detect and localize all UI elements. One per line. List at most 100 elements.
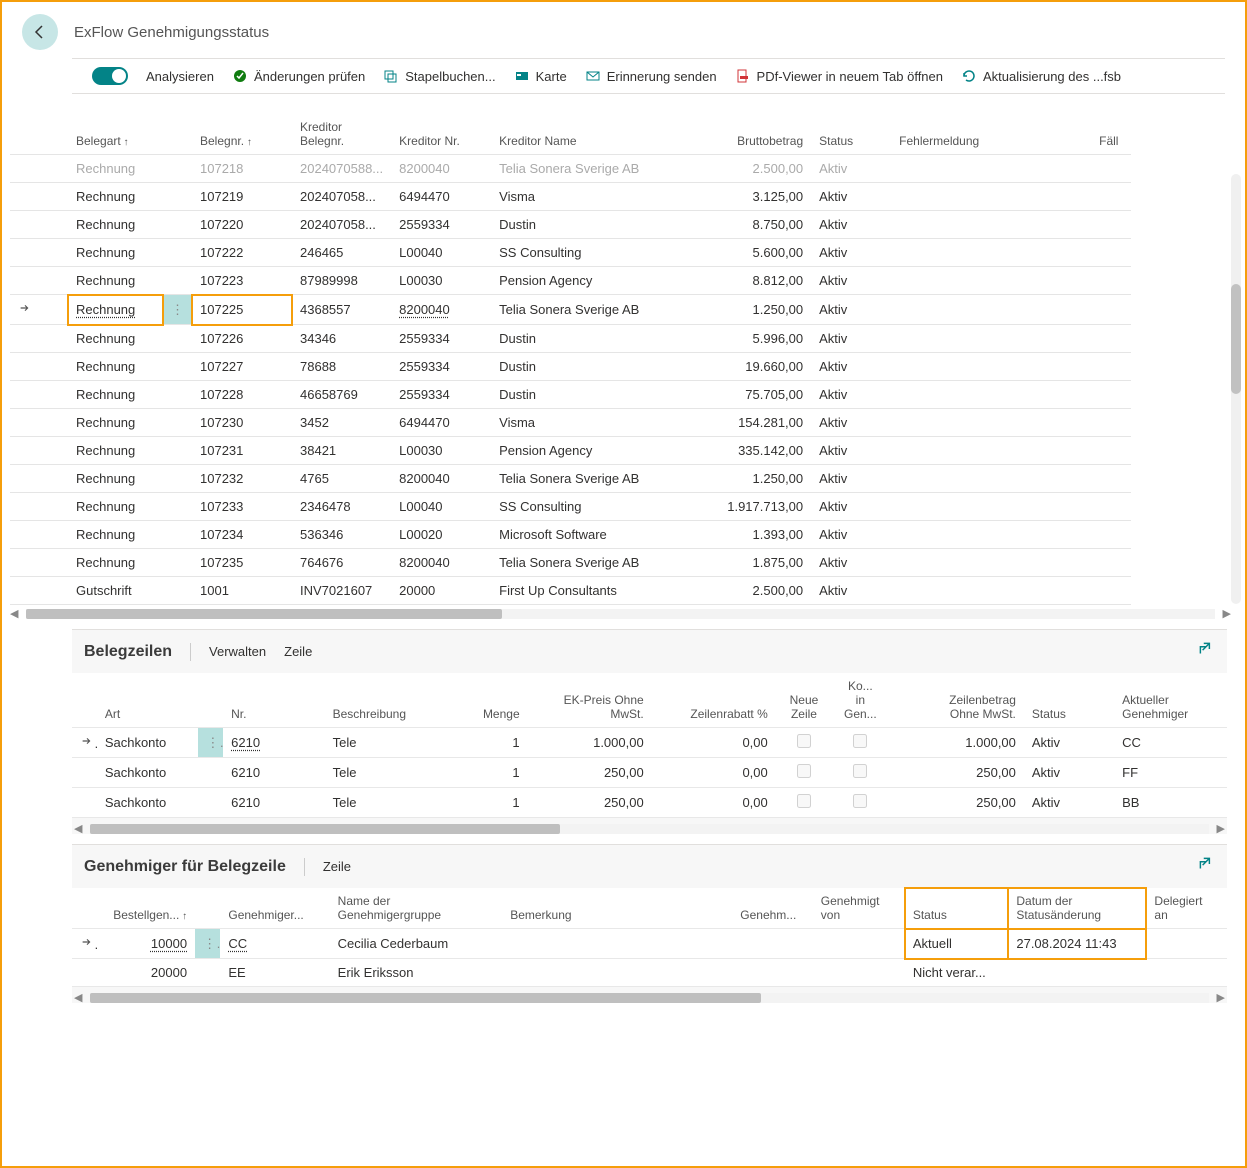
cell-fehler[interactable]	[891, 211, 1091, 239]
cell-belegnr[interactable]: 107230	[192, 409, 292, 437]
cell-status[interactable]: Aktiv	[1024, 758, 1114, 788]
table-row[interactable]: Sachkonto6210Tele1250,000,00250,00AktivB…	[72, 788, 1227, 818]
cell-kreditor-name[interactable]: SS Consulting	[491, 493, 701, 521]
approver-zeile-action[interactable]: Zeile	[323, 859, 351, 874]
cell-belegnr[interactable]: 107222	[192, 239, 292, 267]
scroll-left-icon[interactable]: ◀	[10, 607, 18, 620]
check-changes-button[interactable]: Änderungen prüfen	[232, 68, 365, 84]
row-menu-icon[interactable]: ⋮	[195, 929, 220, 959]
table-row[interactable]: Rechnung1072357646768200040Telia Sonera …	[10, 549, 1131, 577]
cell-status[interactable]: Aktiv	[811, 577, 891, 605]
cell-kreditor-belegnr[interactable]: INV7021607	[292, 577, 391, 605]
cell-kreditor-name[interactable]: Dustin	[491, 211, 701, 239]
col-bestell[interactable]: Bestellgen...	[97, 888, 195, 929]
cell-kreditor-name[interactable]: Telia Sonera Sverige AB	[491, 155, 701, 183]
cell-faell[interactable]	[1091, 325, 1131, 353]
card-button[interactable]: Karte	[514, 68, 567, 84]
cell-belegnr[interactable]: 107233	[192, 493, 292, 521]
cell-genehmiger[interactable]: FF	[1114, 758, 1227, 788]
cell-genehmiger[interactable]: BB	[1114, 788, 1227, 818]
table-row[interactable]: 20000EEErik ErikssonNicht verar...	[72, 959, 1227, 987]
cell-brutto[interactable]: 1.917.713,00	[701, 493, 811, 521]
cell-gvon[interactable]	[813, 959, 905, 987]
verwalten-action[interactable]: Verwalten	[209, 644, 266, 659]
cell-fehler[interactable]	[891, 267, 1091, 295]
col-status[interactable]: Status	[811, 114, 891, 155]
cell-kreditor-nr[interactable]: 2559334	[391, 381, 491, 409]
cell-nr[interactable]: 6210	[223, 728, 325, 758]
cell-faell[interactable]	[1091, 267, 1131, 295]
cell-fehler[interactable]	[891, 239, 1091, 267]
col-beschreibung[interactable]: Beschreibung	[325, 673, 460, 728]
cell-delegiert[interactable]	[1146, 929, 1227, 959]
cell-belegart[interactable]: Rechnung	[68, 239, 163, 267]
cell-status[interactable]: Aktiv	[811, 211, 891, 239]
cell-zeilenbetrag[interactable]: 250,00	[889, 758, 1024, 788]
cell-kreditor-name[interactable]: Dustin	[491, 381, 701, 409]
col-aktueller-genehmiger[interactable]: AktuellerGenehmiger	[1114, 673, 1227, 728]
cell-fehler[interactable]	[891, 381, 1091, 409]
cell-kreditor-nr[interactable]: 20000	[391, 577, 491, 605]
cell-belegnr[interactable]: 107228	[192, 381, 292, 409]
cell-genehmiger[interactable]: CC	[220, 929, 329, 959]
table-row[interactable]: 10000⋮CCCecilia CederbaumAktuell27.08.20…	[72, 929, 1227, 959]
table-row[interactable]: Rechnung107227786882559334Dustin19.660,0…	[10, 353, 1131, 381]
cell-nr[interactable]: 6210	[223, 788, 325, 818]
table-row[interactable]: Sachkonto6210Tele1250,000,00250,00AktivF…	[72, 758, 1227, 788]
cell-kreditor-nr[interactable]: L00040	[391, 239, 491, 267]
cell-menge[interactable]: 1	[460, 788, 528, 818]
cell-brutto[interactable]: 1.393,00	[701, 521, 811, 549]
cell-belegnr[interactable]: 107227	[192, 353, 292, 381]
cell-brutto[interactable]: 3.125,00	[701, 183, 811, 211]
cell-kreditor-name[interactable]: Telia Sonera Sverige AB	[491, 465, 701, 493]
cell-kreditor-nr[interactable]: 8200040	[391, 465, 491, 493]
table-row[interactable]: Rechnung107228466587692559334Dustin75.70…	[10, 381, 1131, 409]
cell-status[interactable]: Aktiv	[811, 155, 891, 183]
pdf-viewer-button[interactable]: PDf-Viewer in neuem Tab öffnen	[735, 68, 943, 84]
table-row[interactable]: Rechnung10722387989998L00030Pension Agen…	[10, 267, 1131, 295]
cell-bestell[interactable]: 20000	[97, 959, 195, 987]
cell-faell[interactable]	[1091, 409, 1131, 437]
cell-kreditor-belegnr[interactable]: 78688	[292, 353, 391, 381]
row-menu-icon[interactable]	[163, 183, 192, 211]
cell-status[interactable]: Aktiv	[811, 295, 891, 325]
cell-genehmiger[interactable]: EE	[220, 959, 329, 987]
cell-fehler[interactable]	[891, 295, 1091, 325]
cell-status[interactable]: Aktiv	[811, 325, 891, 353]
row-menu-icon[interactable]	[163, 155, 192, 183]
cell-kreditor-nr[interactable]: 2559334	[391, 325, 491, 353]
row-menu-icon[interactable]: ⋮	[198, 728, 223, 758]
cell-gname[interactable]: Cecilia Cederbaum	[330, 929, 503, 959]
cell-belegart[interactable]: Rechnung	[68, 381, 163, 409]
row-menu-icon[interactable]	[163, 437, 192, 465]
col-kreditor-name[interactable]: Kreditor Name	[491, 114, 701, 155]
table-row[interactable]: Gutschrift1001INV702160720000First Up Co…	[10, 577, 1131, 605]
cell-kreditor-nr[interactable]: L00020	[391, 521, 491, 549]
cell-status[interactable]: Aktiv	[811, 493, 891, 521]
cell-belegart[interactable]: Rechnung	[68, 521, 163, 549]
table-row[interactable]: Rechnung10723138421L00030Pension Agency3…	[10, 437, 1131, 465]
col-gvon[interactable]: Genehmigtvon	[813, 888, 905, 929]
analyse-toggle[interactable]	[92, 67, 128, 85]
col-delegiert[interactable]: Delegiertan	[1146, 888, 1227, 929]
cell-kreditor-name[interactable]: Telia Sonera Sverige AB	[491, 295, 701, 325]
cell-fehler[interactable]	[891, 325, 1091, 353]
cell-approver-status[interactable]: Nicht verar...	[905, 959, 1009, 987]
cell-belegnr[interactable]: 107226	[192, 325, 292, 353]
cell-belegnr[interactable]: 107225	[192, 295, 292, 325]
cell-fehler[interactable]	[891, 493, 1091, 521]
cell-gvon[interactable]	[813, 929, 905, 959]
cell-faell[interactable]	[1091, 183, 1131, 211]
cell-brutto[interactable]: 5.996,00	[701, 325, 811, 353]
cell-faell[interactable]	[1091, 577, 1131, 605]
cell-faell[interactable]	[1091, 155, 1131, 183]
cell-status[interactable]: Aktiv	[811, 521, 891, 549]
cell-status[interactable]: Aktiv	[811, 183, 891, 211]
cell-belegart[interactable]: Gutschrift	[68, 577, 163, 605]
cell-status[interactable]: Aktiv	[811, 549, 891, 577]
lines-grid-horizontal-scrollbar[interactable]: ◀ ▶	[90, 824, 1209, 834]
cell-status[interactable]: Aktiv	[811, 353, 891, 381]
cell-belegnr[interactable]: 107220	[192, 211, 292, 239]
cell-rabatt[interactable]: 0,00	[652, 788, 776, 818]
cell-menge[interactable]: 1	[460, 758, 528, 788]
